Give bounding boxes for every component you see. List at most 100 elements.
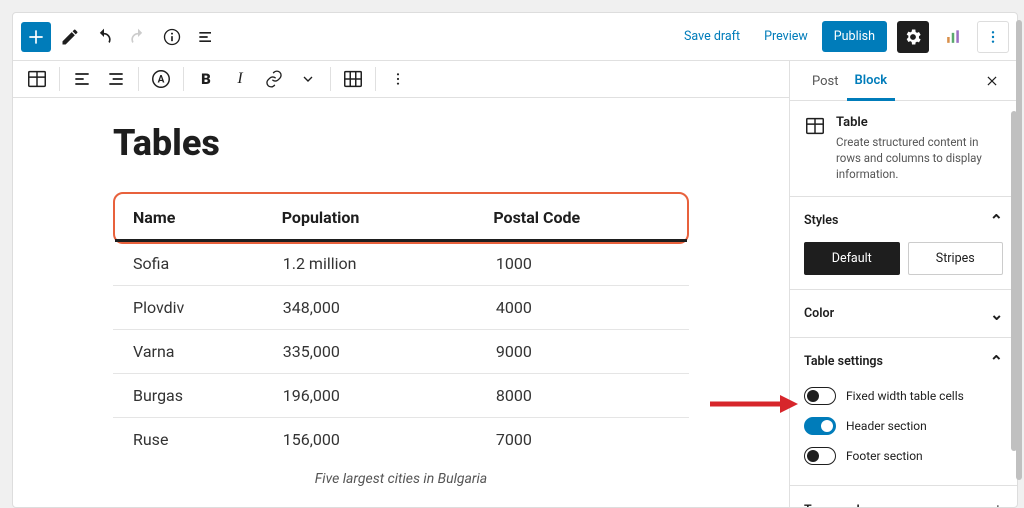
- table-cell[interactable]: Varna: [113, 330, 263, 374]
- table-row[interactable]: Ruse156,0007000: [113, 418, 689, 462]
- styles-label: Styles: [804, 213, 838, 228]
- table-row[interactable]: Varna335,0009000: [113, 330, 689, 374]
- table-cell[interactable]: 348,000: [263, 286, 476, 330]
- plus-icon: +: [993, 500, 1003, 507]
- table-cell[interactable]: 7000: [476, 418, 689, 462]
- kebab-icon: [390, 71, 406, 87]
- add-block-button[interactable]: [21, 22, 51, 52]
- table-cell[interactable]: 1000: [476, 242, 689, 286]
- data-table-body[interactable]: Sofia1.2 million1000Plovdiv348,0004000Va…: [113, 242, 689, 461]
- typography-label: Typography: [804, 503, 870, 507]
- table-cell[interactable]: 9000: [476, 330, 689, 374]
- settings-sidebar: Post Block Table Create structured conte…: [789, 61, 1017, 507]
- plus-icon: [26, 27, 46, 47]
- table-cell[interactable]: Burgas: [113, 374, 263, 418]
- document-info-button[interactable]: [157, 22, 187, 52]
- publish-button[interactable]: Publish: [822, 21, 887, 52]
- preview-button[interactable]: Preview: [754, 21, 818, 52]
- header-section-toggle[interactable]: Header section: [804, 411, 1003, 441]
- table-cell[interactable]: Ruse: [113, 418, 263, 462]
- table-cell[interactable]: 4000: [476, 286, 689, 330]
- settings-toggle-button[interactable]: [897, 21, 929, 53]
- tab-block[interactable]: Block: [847, 61, 896, 101]
- table-header-cell[interactable]: Name: [115, 194, 264, 241]
- bars-icon: [943, 27, 963, 47]
- bold-button[interactable]: B: [190, 63, 222, 95]
- styles-section-header[interactable]: Styles ⌃: [804, 211, 1003, 230]
- table-header-cell[interactable]: Population: [264, 194, 476, 241]
- block-name: Table: [836, 115, 1003, 130]
- fixed-width-label: Fixed width table cells: [846, 389, 964, 403]
- undo-button[interactable]: [89, 22, 119, 52]
- close-icon: [985, 74, 999, 88]
- color-section-header[interactable]: Color ⌃: [804, 304, 1003, 323]
- table-settings-label: Table settings: [804, 354, 883, 369]
- document-outline-button[interactable]: [191, 22, 221, 52]
- style-stripes-button[interactable]: Stripes: [908, 242, 1004, 275]
- table-cell[interactable]: 156,000: [263, 418, 476, 462]
- toggle-off-icon: [804, 447, 836, 465]
- list-view-icon: [196, 27, 216, 47]
- header-section-label: Header section: [846, 419, 927, 433]
- table-row[interactable]: Burgas196,0008000: [113, 374, 689, 418]
- align-left-icon: [72, 69, 92, 89]
- table-grid-icon: [342, 68, 364, 90]
- style-default-button[interactable]: Default: [804, 242, 900, 275]
- page-title[interactable]: Tables: [113, 122, 689, 164]
- link-icon: [264, 69, 284, 89]
- table-row[interactable]: Sofia1.2 million1000: [113, 242, 689, 286]
- edit-mode-button[interactable]: [55, 22, 85, 52]
- gear-icon: [903, 27, 923, 47]
- table-header-highlight: Name Population Postal Code: [113, 192, 689, 244]
- edit-table-button[interactable]: [337, 63, 369, 95]
- undo-icon: [94, 27, 114, 47]
- toggle-off-icon: [804, 387, 836, 405]
- svg-text:A: A: [158, 75, 165, 86]
- info-icon: [162, 27, 182, 47]
- footer-section-label: Footer section: [846, 449, 923, 463]
- tab-post[interactable]: Post: [804, 62, 847, 99]
- kebab-icon: [985, 29, 1001, 45]
- chevron-up-icon: ⌃: [990, 211, 1003, 230]
- block-type-button[interactable]: [21, 63, 53, 95]
- table-header-row[interactable]: Name Population Postal Code: [115, 194, 687, 241]
- text-color-button[interactable]: A: [145, 63, 177, 95]
- block-description: Create structured content in rows and co…: [836, 134, 1003, 182]
- link-button[interactable]: [258, 63, 290, 95]
- footer-section-toggle[interactable]: Footer section: [804, 441, 1003, 471]
- color-label: Color: [804, 306, 834, 321]
- table-cell[interactable]: 335,000: [263, 330, 476, 374]
- table-cell[interactable]: Sofia: [113, 242, 263, 286]
- align-button[interactable]: [100, 63, 132, 95]
- table-cell[interactable]: 196,000: [263, 374, 476, 418]
- block-more-button[interactable]: [382, 63, 414, 95]
- save-draft-button[interactable]: Save draft: [674, 21, 750, 52]
- table-row[interactable]: Plovdiv348,0004000: [113, 286, 689, 330]
- text-color-icon: A: [150, 68, 172, 90]
- editor-canvas: A B I Tab: [13, 61, 789, 507]
- more-options-button[interactable]: [977, 21, 1009, 53]
- jetpack-button[interactable]: [937, 21, 969, 53]
- table-settings-header[interactable]: Table settings ⌃: [804, 352, 1003, 371]
- italic-button[interactable]: I: [224, 63, 256, 95]
- chevron-down-icon: [300, 71, 316, 87]
- block-toolbar: A B I: [13, 61, 789, 98]
- typography-section-header[interactable]: Typography +: [804, 500, 1003, 507]
- table-cell[interactable]: Plovdiv: [113, 286, 263, 330]
- editor-top-toolbar: Save draft Preview Publish: [13, 13, 1017, 61]
- block-type-icon: [804, 115, 826, 137]
- more-formatting-button[interactable]: [292, 63, 324, 95]
- redo-button[interactable]: [123, 22, 153, 52]
- table-header-cell[interactable]: Postal Code: [475, 194, 687, 241]
- fixed-width-toggle[interactable]: Fixed width table cells: [804, 381, 1003, 411]
- redo-icon: [128, 27, 148, 47]
- align-icon: [106, 69, 126, 89]
- table-caption[interactable]: Five largest cities in Bulgaria: [113, 461, 689, 487]
- table-cell[interactable]: 1.2 million: [263, 242, 476, 286]
- page-scrollbar[interactable]: [1016, 20, 1022, 498]
- align-left-button[interactable]: [66, 63, 98, 95]
- data-table-header[interactable]: Name Population Postal Code: [115, 194, 687, 242]
- pencil-icon: [60, 27, 80, 47]
- close-sidebar-button[interactable]: [981, 70, 1003, 92]
- table-cell[interactable]: 8000: [476, 374, 689, 418]
